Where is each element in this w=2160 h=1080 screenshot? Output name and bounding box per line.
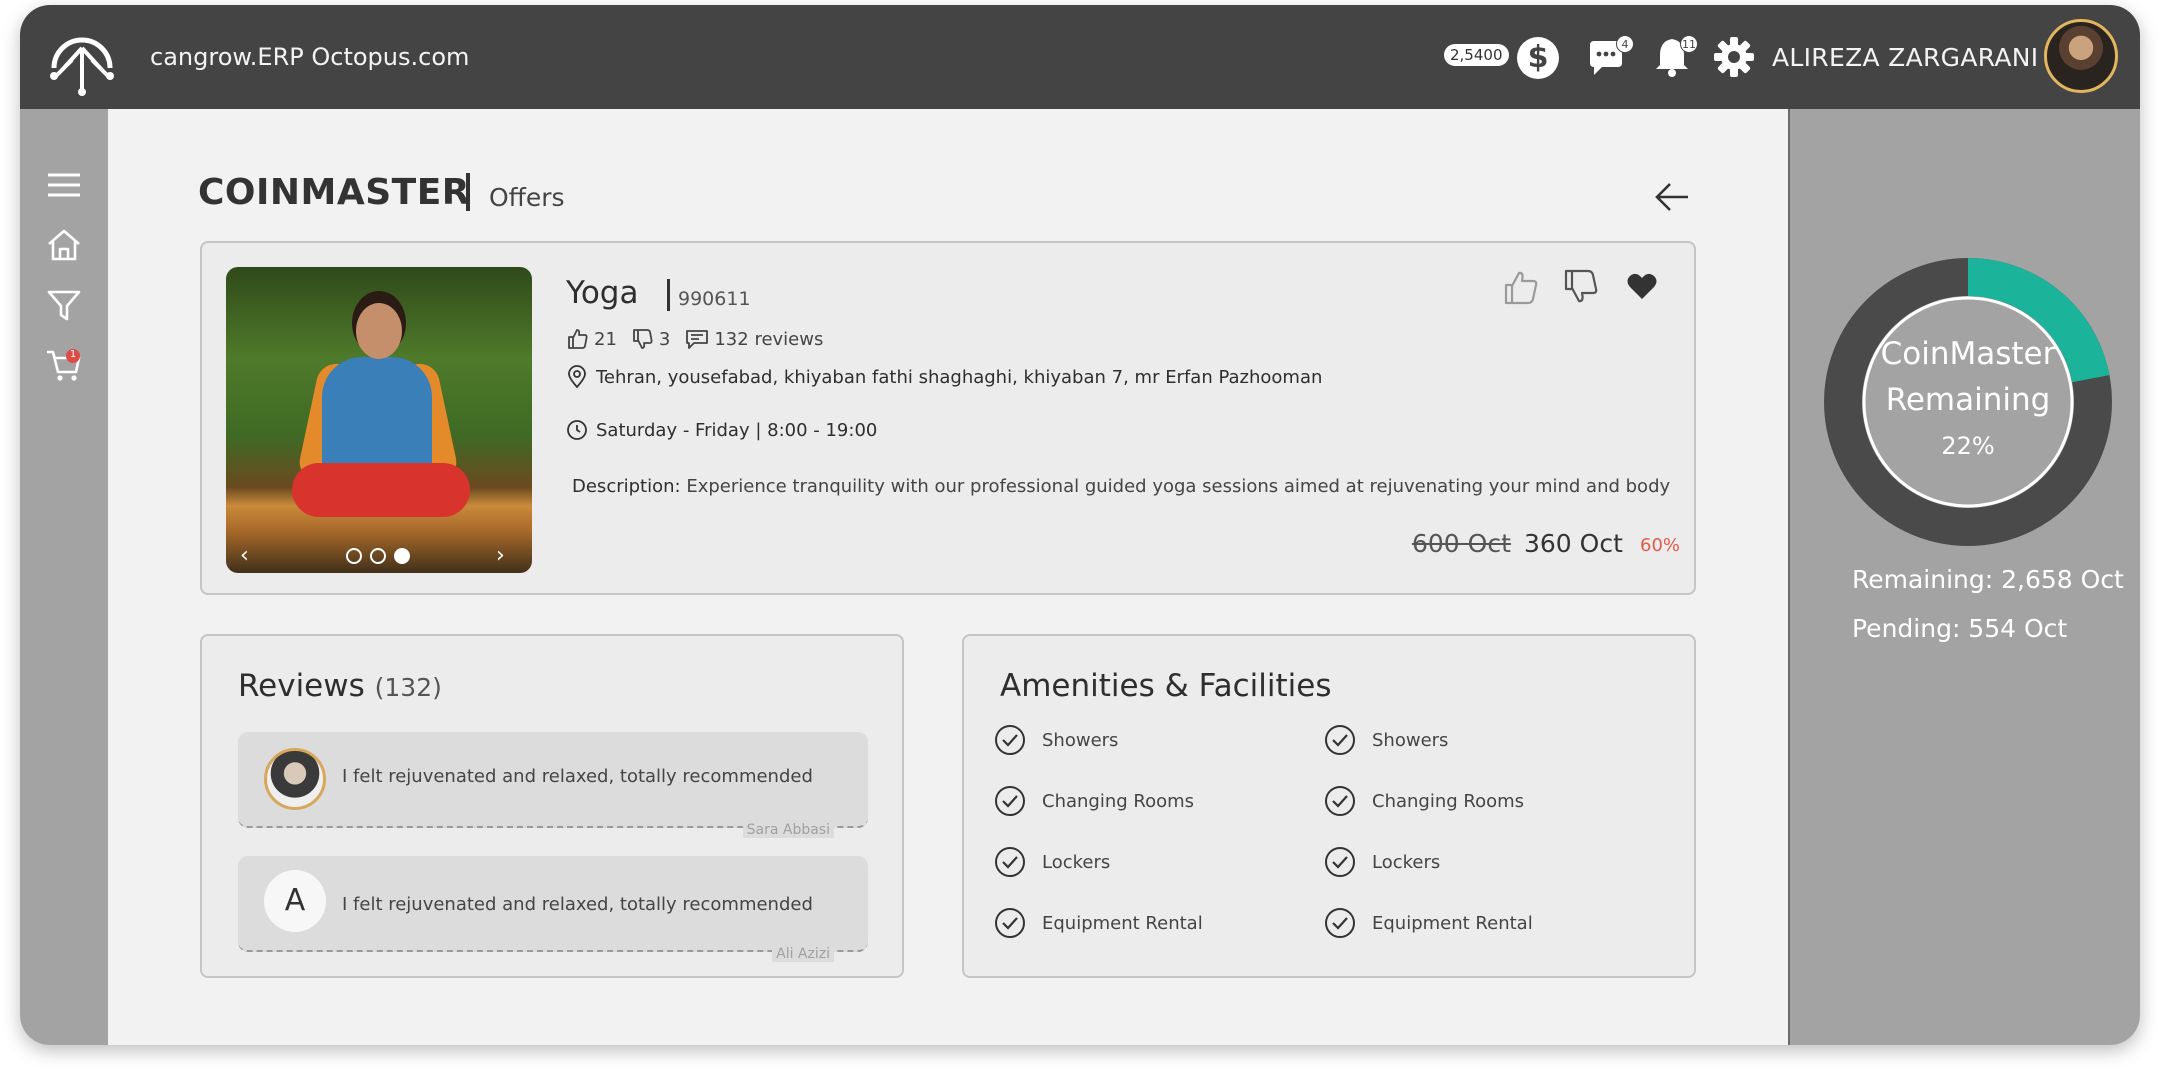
remaining-amount: Remaining: 2,658 Oct xyxy=(1852,565,2124,594)
amenities-title: Amenities & Facilities xyxy=(1000,668,1332,704)
favorite-heart-icon[interactable] xyxy=(1620,265,1664,309)
reviewer-avatar xyxy=(264,748,326,810)
check-circle-icon xyxy=(1325,786,1355,816)
check-circle-icon xyxy=(1325,725,1355,755)
left-sidebar: 1 xyxy=(20,109,108,1045)
offer-card: ‹ › Yoga 990611 21 3 132 reviews Tehran,… xyxy=(200,241,1696,595)
offer-address-row: Tehran, yousefabad, khiyaban fathi shagh… xyxy=(566,365,1322,389)
review-item[interactable]: A I felt rejuvenated and relaxed, totall… xyxy=(238,856,868,962)
check-circle-icon xyxy=(995,847,1025,877)
messages-badge: 4 xyxy=(1616,35,1634,53)
reviews-title: Reviews (132) xyxy=(238,668,442,704)
thumbs-down-icon xyxy=(633,329,653,349)
carousel-dot[interactable] xyxy=(370,548,386,564)
site-name[interactable]: cangrow.ERP Octopus.com xyxy=(150,43,469,71)
top-bar: cangrow.ERP Octopus.com 2,5400 $ 4 11 AL… xyxy=(20,5,2140,109)
dislikes-count: 3 xyxy=(658,328,671,350)
menu-icon[interactable] xyxy=(44,165,84,205)
offer-photo[interactable]: ‹ › xyxy=(226,267,532,573)
gear-icon[interactable] xyxy=(1712,35,1756,79)
offer-name: Yoga xyxy=(566,275,639,311)
amenity-item: Showers xyxy=(994,724,1118,756)
carousel-dot[interactable] xyxy=(346,548,362,564)
coinmaster-panel: CoinMaster Remaining 22% Remaining: 2,65… xyxy=(1788,109,2140,1045)
page-title: COINMASTER xyxy=(198,172,471,213)
user-name[interactable]: ALIREZA ZARGARANI xyxy=(1772,43,2038,72)
dislike-button-icon[interactable] xyxy=(1560,265,1604,309)
amenity-item: Showers xyxy=(1324,724,1448,756)
amenity-item: Equipment Rental xyxy=(994,907,1203,939)
pending-amount: Pending: 554 Oct xyxy=(1852,614,2068,643)
home-icon[interactable] xyxy=(44,225,84,265)
check-circle-icon xyxy=(995,908,1025,938)
offer-hours: Saturday - Friday | 8:00 - 19:00 xyxy=(596,419,878,441)
review-text: I felt rejuvenated and relaxed, totally … xyxy=(342,894,813,915)
amenity-item: Lockers xyxy=(994,846,1110,878)
offer-address: Tehran, yousefabad, khiyaban fathi shagh… xyxy=(596,366,1323,388)
old-price: 600 Oct xyxy=(1412,529,1511,558)
clock-icon xyxy=(567,420,587,440)
description-label: Description: xyxy=(572,476,681,497)
review-author: Ali Azizi xyxy=(772,946,834,962)
thumbs-up-icon xyxy=(568,329,588,349)
notifications-badge: 11 xyxy=(1680,35,1698,53)
offer-hours-row: Saturday - Friday | 8:00 - 19:00 xyxy=(566,419,877,441)
review-author: Sara Abbasi xyxy=(742,822,834,838)
carousel-next-icon[interactable]: › xyxy=(496,543,505,568)
amenities-card: Amenities & Facilities Showers Changing … xyxy=(962,634,1696,978)
filter-icon[interactable] xyxy=(44,285,84,325)
cart-badge: 1 xyxy=(66,349,80,363)
page-subtitle: Offers xyxy=(489,183,565,212)
donut-title: CoinMaster Remaining xyxy=(1880,336,2056,418)
donut-percent: 22% xyxy=(1941,432,1995,460)
back-arrow-icon[interactable] xyxy=(1650,175,1694,219)
review-text: I felt rejuvenated and relaxed, totally … xyxy=(342,766,813,787)
likes-count: 21 xyxy=(594,328,617,350)
reviews-card: Reviews (132) I felt rejuvenated and rel… xyxy=(200,634,904,978)
reviewer-initial-avatar: A xyxy=(264,870,326,932)
check-circle-icon xyxy=(995,786,1025,816)
carousel-dot-active[interactable] xyxy=(394,548,410,564)
amenity-item: Equipment Rental xyxy=(1324,907,1533,939)
offer-description: Description: Experience tranquility with… xyxy=(572,476,1670,497)
reviews-total: (132) xyxy=(374,673,442,702)
new-price: 360 Oct xyxy=(1524,529,1623,558)
review-item[interactable]: I felt rejuvenated and relaxed, totally … xyxy=(238,732,868,838)
amenity-item: Changing Rooms xyxy=(994,785,1194,817)
check-circle-icon xyxy=(1325,847,1355,877)
offer-code: 990611 xyxy=(678,288,751,310)
check-circle-icon xyxy=(1325,908,1355,938)
user-avatar[interactable] xyxy=(2044,19,2118,93)
location-pin-icon xyxy=(568,365,586,389)
discount-badge: 60% xyxy=(1640,535,1681,556)
offer-name-divider xyxy=(667,279,670,311)
amenity-item: Changing Rooms xyxy=(1324,785,1524,817)
comment-icon xyxy=(686,330,709,349)
like-button-icon[interactable] xyxy=(1500,265,1544,309)
app-window: cangrow.ERP Octopus.com 2,5400 $ 4 11 AL… xyxy=(20,5,2140,1045)
reviews-count[interactable]: 132 reviews xyxy=(714,329,823,350)
carousel-dots xyxy=(346,548,410,564)
check-circle-icon xyxy=(995,725,1025,755)
amenity-item: Lockers xyxy=(1324,846,1440,878)
title-divider xyxy=(466,173,470,211)
dollar-icon[interactable]: $ xyxy=(1517,37,1559,79)
description-text: Experience tranquility with our professi… xyxy=(686,476,1671,497)
octopus-logo-icon[interactable] xyxy=(42,18,122,98)
coin-balance: 2,5400 xyxy=(1444,44,1509,66)
carousel-prev-icon[interactable]: ‹ xyxy=(240,543,249,568)
offer-stats: 21 3 132 reviews xyxy=(566,327,837,351)
